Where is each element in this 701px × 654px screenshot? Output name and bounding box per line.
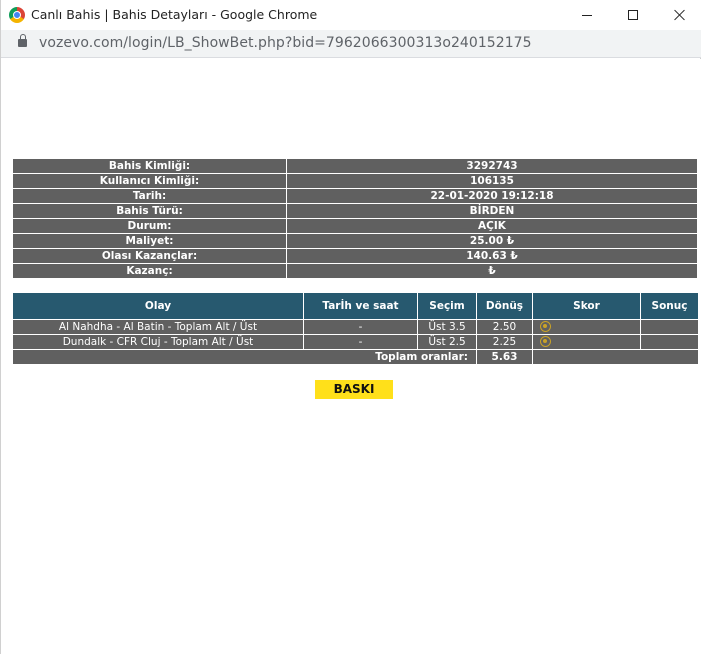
total-row: Toplam oranlar: 5.63 [12,349,699,365]
events-header-row: Olay Tarİh ve saat Seçim Dönüş Skor Sonu… [12,292,699,320]
window-title: Canlı Bahis | Bahis Detayları - Google C… [31,7,318,22]
detail-row: Olası Kazançlar: 140.63 ₺ [12,248,698,264]
detail-value: BİRDEN [286,203,698,219]
event-score [532,334,641,350]
header-event: Olay [12,292,304,320]
header-result: Sonuç [640,292,699,320]
event-name: Al Nahdha - Al Batin - Toplam Alt / Üst [12,319,304,335]
header-score: Skor [532,292,641,320]
detail-label: Kullanıcı Kimliği: [12,173,287,189]
event-name: Dundalk - CFR Cluj - Toplam Alt / Üst [12,334,304,350]
detail-value: 25.00 ₺ [286,233,698,249]
detail-label: Olası Kazançlar: [12,248,287,264]
detail-label: Kazanç: [12,263,287,279]
detail-label: Durum: [12,218,287,234]
event-datetime: - [303,319,418,335]
total-label: Toplam oranlar: [12,349,477,365]
close-icon [673,9,685,21]
chrome-icon [9,7,25,23]
detail-value: 106135 [286,173,698,189]
title-bar[interactable]: Canlı Bahis | Bahis Detayları - Google C… [1,0,701,30]
detail-row: Durum: AÇIK [12,218,698,234]
detail-row: Tarih: 22-01-2020 19:12:18 [12,188,698,204]
detail-value: 3292743 [286,158,698,174]
events-table: Olay Tarİh ve saat Seçim Dönüş Skor Sonu… [12,292,699,365]
event-odds: 2.25 [476,334,533,350]
detail-label: Tarih: [12,188,287,204]
url-text[interactable]: vozevo.com/login/LB_ShowBet.php?bid=7962… [39,35,532,51]
event-odds: 2.50 [476,319,533,335]
detail-label: Maliyet: [12,233,287,249]
maximize-button[interactable] [610,0,656,30]
detail-row: Bahis Kimliği: 3292743 [12,158,698,174]
lock-icon[interactable] [18,34,27,47]
event-result [640,334,699,350]
header-datetime: Tarİh ve saat [303,292,418,320]
detail-value: 140.63 ₺ [286,248,698,264]
close-button[interactable] [656,0,701,30]
detail-row: Maliyet: 25.00 ₺ [12,233,698,249]
total-value: 5.63 [476,349,533,365]
bet-details-table: Bahis Kimliği: 3292743 Kullanıcı Kimliği:… [12,158,698,279]
page-content: Bahis Kimliği: 3292743 Kullanıcı Kimliği:… [1,59,701,654]
detail-value: ₺ [286,263,698,279]
event-datetime: - [303,334,418,350]
event-score [532,319,641,335]
detail-value: AÇIK [286,218,698,234]
event-selection: Üst 3.5 [417,319,477,335]
minimize-button[interactable] [564,0,610,30]
header-selection: Seçim [417,292,477,320]
table-row: Al Nahdha - Al Batin - Toplam Alt / Üst … [12,319,699,335]
live-score-icon[interactable] [540,336,551,347]
detail-row: Kullanıcı Kimliği: 106135 [12,173,698,189]
detail-label: Bahis Kimliği: [12,158,287,174]
total-empty [532,349,699,365]
live-score-icon[interactable] [540,321,551,332]
table-row: Dundalk - CFR Cluj - Toplam Alt / Üst - … [12,334,699,350]
event-selection: Üst 2.5 [417,334,477,350]
minimize-icon [582,14,592,16]
address-bar[interactable]: vozevo.com/login/LB_ShowBet.php?bid=7962… [1,30,701,58]
browser-window: Canlı Bahis | Bahis Detayları - Google C… [0,0,701,654]
event-result [640,319,699,335]
detail-value: 22-01-2020 19:12:18 [286,188,698,204]
header-odds: Dönüş [476,292,533,320]
detail-row: Bahis Türü: BİRDEN [12,203,698,219]
detail-row: Kazanç: ₺ [12,263,698,279]
print-button[interactable]: BASKI [315,380,393,399]
maximize-icon [628,10,638,20]
detail-label: Bahis Türü: [12,203,287,219]
